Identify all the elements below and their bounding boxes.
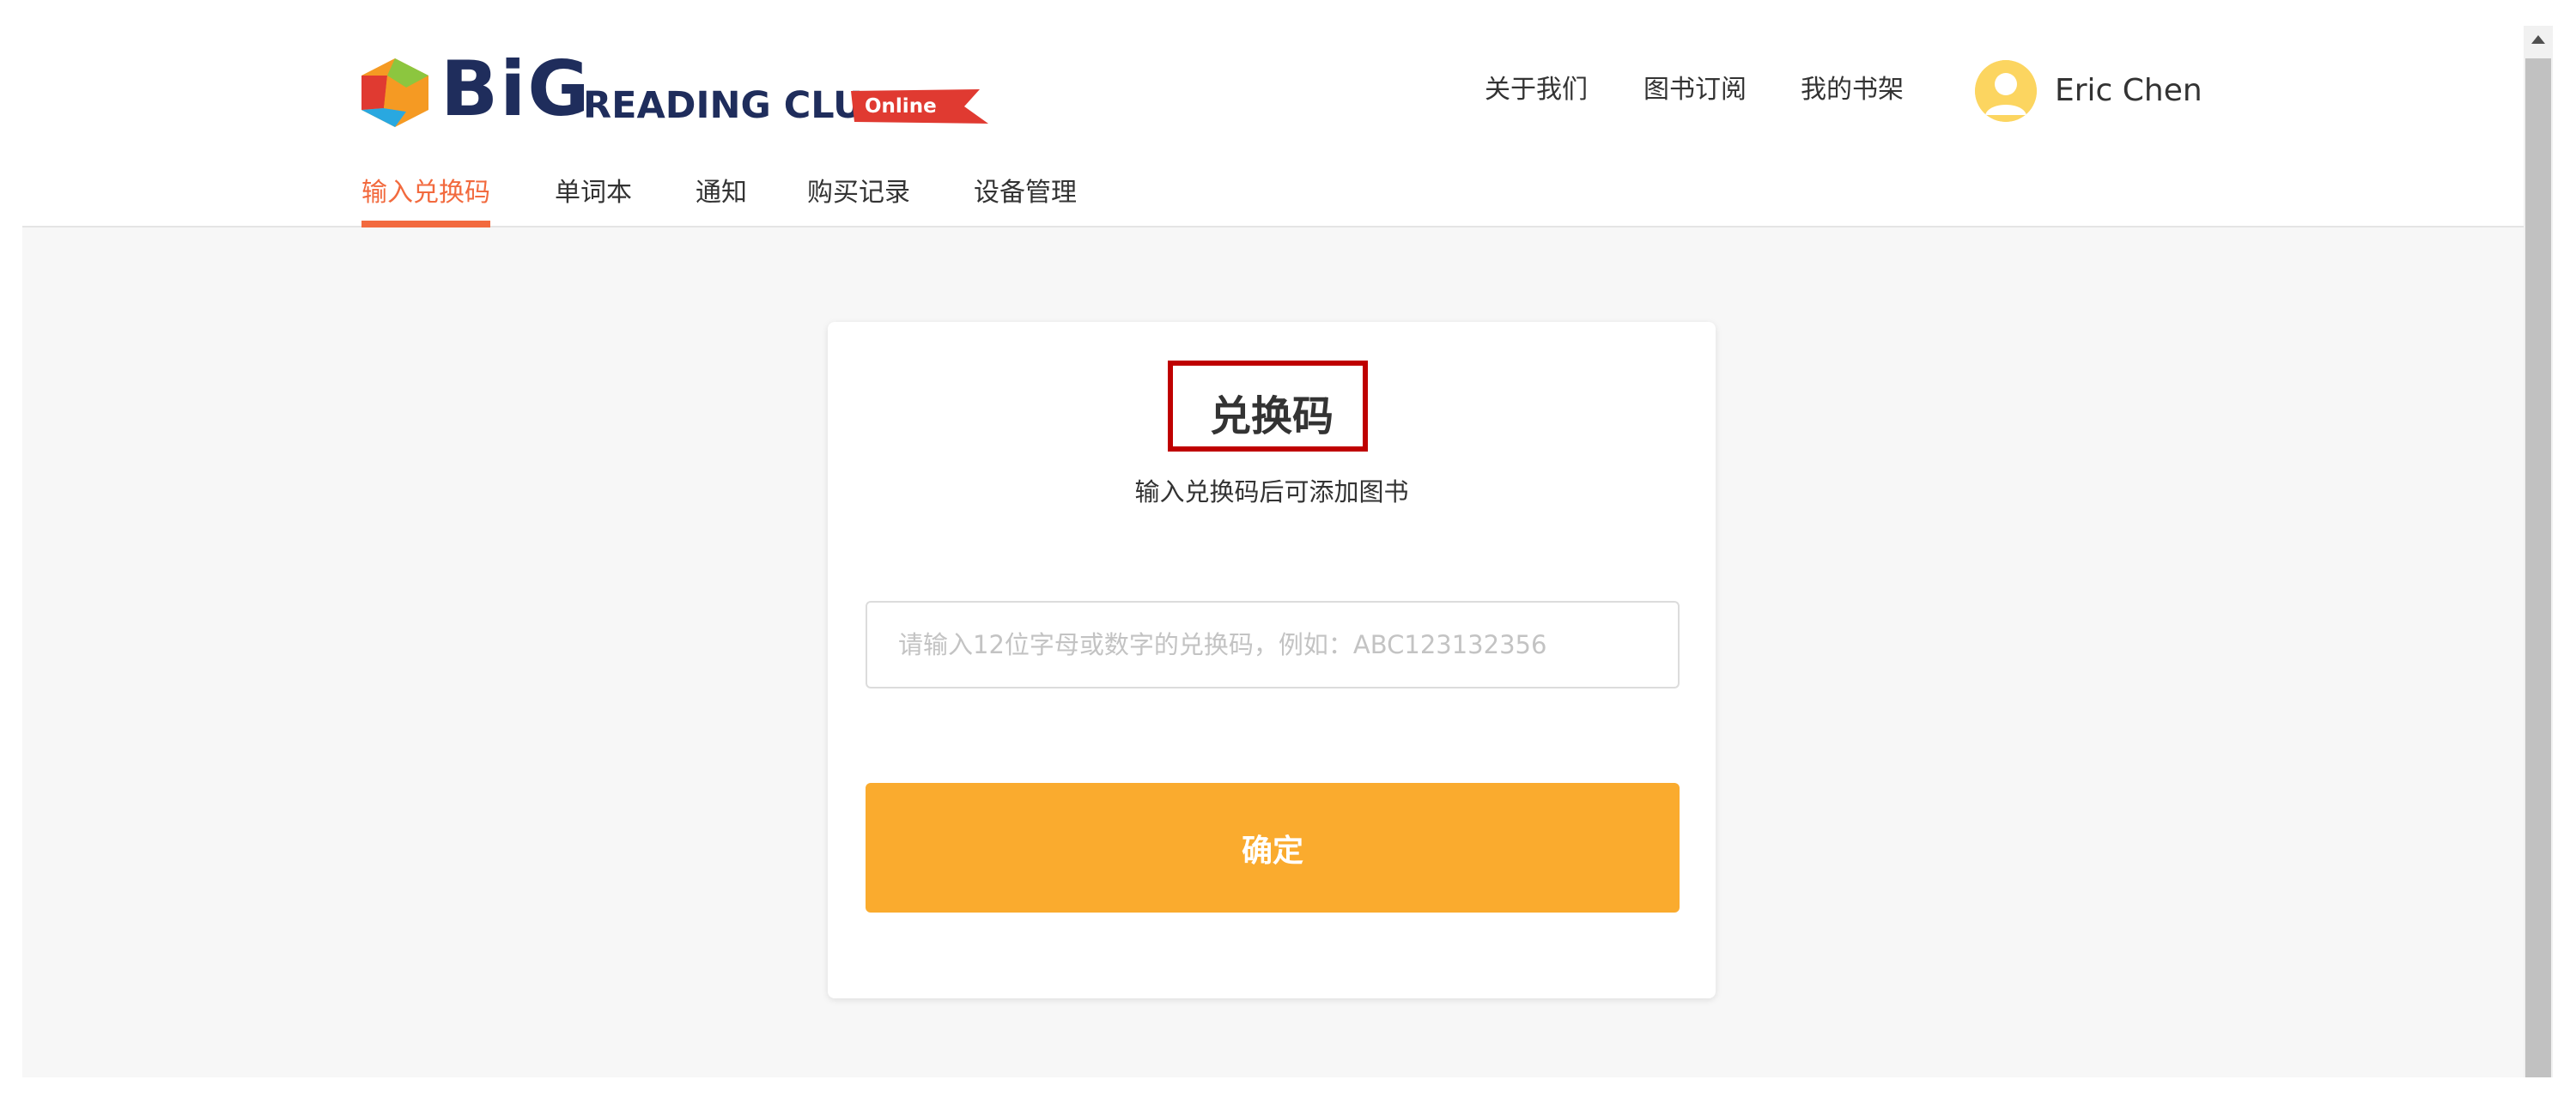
- nav-my-bookshelf[interactable]: 我的书架: [1801, 69, 1904, 112]
- main-content: 兑换码 输入兑换码后可添加图书 确定: [22, 227, 2524, 1077]
- logo-online-text: Online: [865, 95, 937, 118]
- hexagon-logo-icon: [361, 58, 428, 127]
- page: BiG READING CLUB Online 关于我们 图书订阅 我的书架 E…: [0, 0, 2576, 1116]
- confirm-button[interactable]: 确定: [866, 783, 1680, 913]
- nav-book-subscription[interactable]: 图书订阅: [1643, 69, 1747, 112]
- logo-big-text: BiG: [440, 45, 592, 133]
- arrow-up-icon: [2531, 35, 2545, 44]
- page-scrollbar[interactable]: [2524, 26, 2553, 1077]
- redeem-code-input[interactable]: [866, 601, 1680, 688]
- tab-device-management[interactable]: 设备管理: [974, 172, 1077, 215]
- user-avatar-icon: [1975, 60, 2037, 122]
- tab-notifications[interactable]: 通知: [696, 172, 747, 215]
- site-header: BiG READING CLUB Online 关于我们 图书订阅 我的书架 E…: [22, 0, 2524, 227]
- user-name[interactable]: Eric Chen: [2055, 67, 2202, 115]
- card-subtitle: 输入兑换码后可添加图书: [1134, 477, 1409, 506]
- active-tab-indicator: [361, 221, 490, 227]
- brand-logo[interactable]: BiG READING CLUB Online: [361, 46, 988, 132]
- tab-redeem-code[interactable]: 输入兑换码: [361, 172, 490, 215]
- redeem-card: 兑换码 输入兑换码后可添加图书 确定: [828, 322, 1716, 998]
- tab-vocabulary-book[interactable]: 单词本: [555, 172, 632, 215]
- card-title: 兑换码: [1209, 392, 1334, 440]
- user-avatar[interactable]: [1975, 60, 2037, 122]
- tab-purchase-history[interactable]: 购买记录: [807, 172, 910, 215]
- scroll-up-button[interactable]: [2524, 26, 2553, 55]
- logo-reading-club-text: READING CLUB: [583, 84, 891, 127]
- scrollbar-thumb[interactable]: [2525, 58, 2551, 1077]
- nav-about-us[interactable]: 关于我们: [1485, 69, 1588, 112]
